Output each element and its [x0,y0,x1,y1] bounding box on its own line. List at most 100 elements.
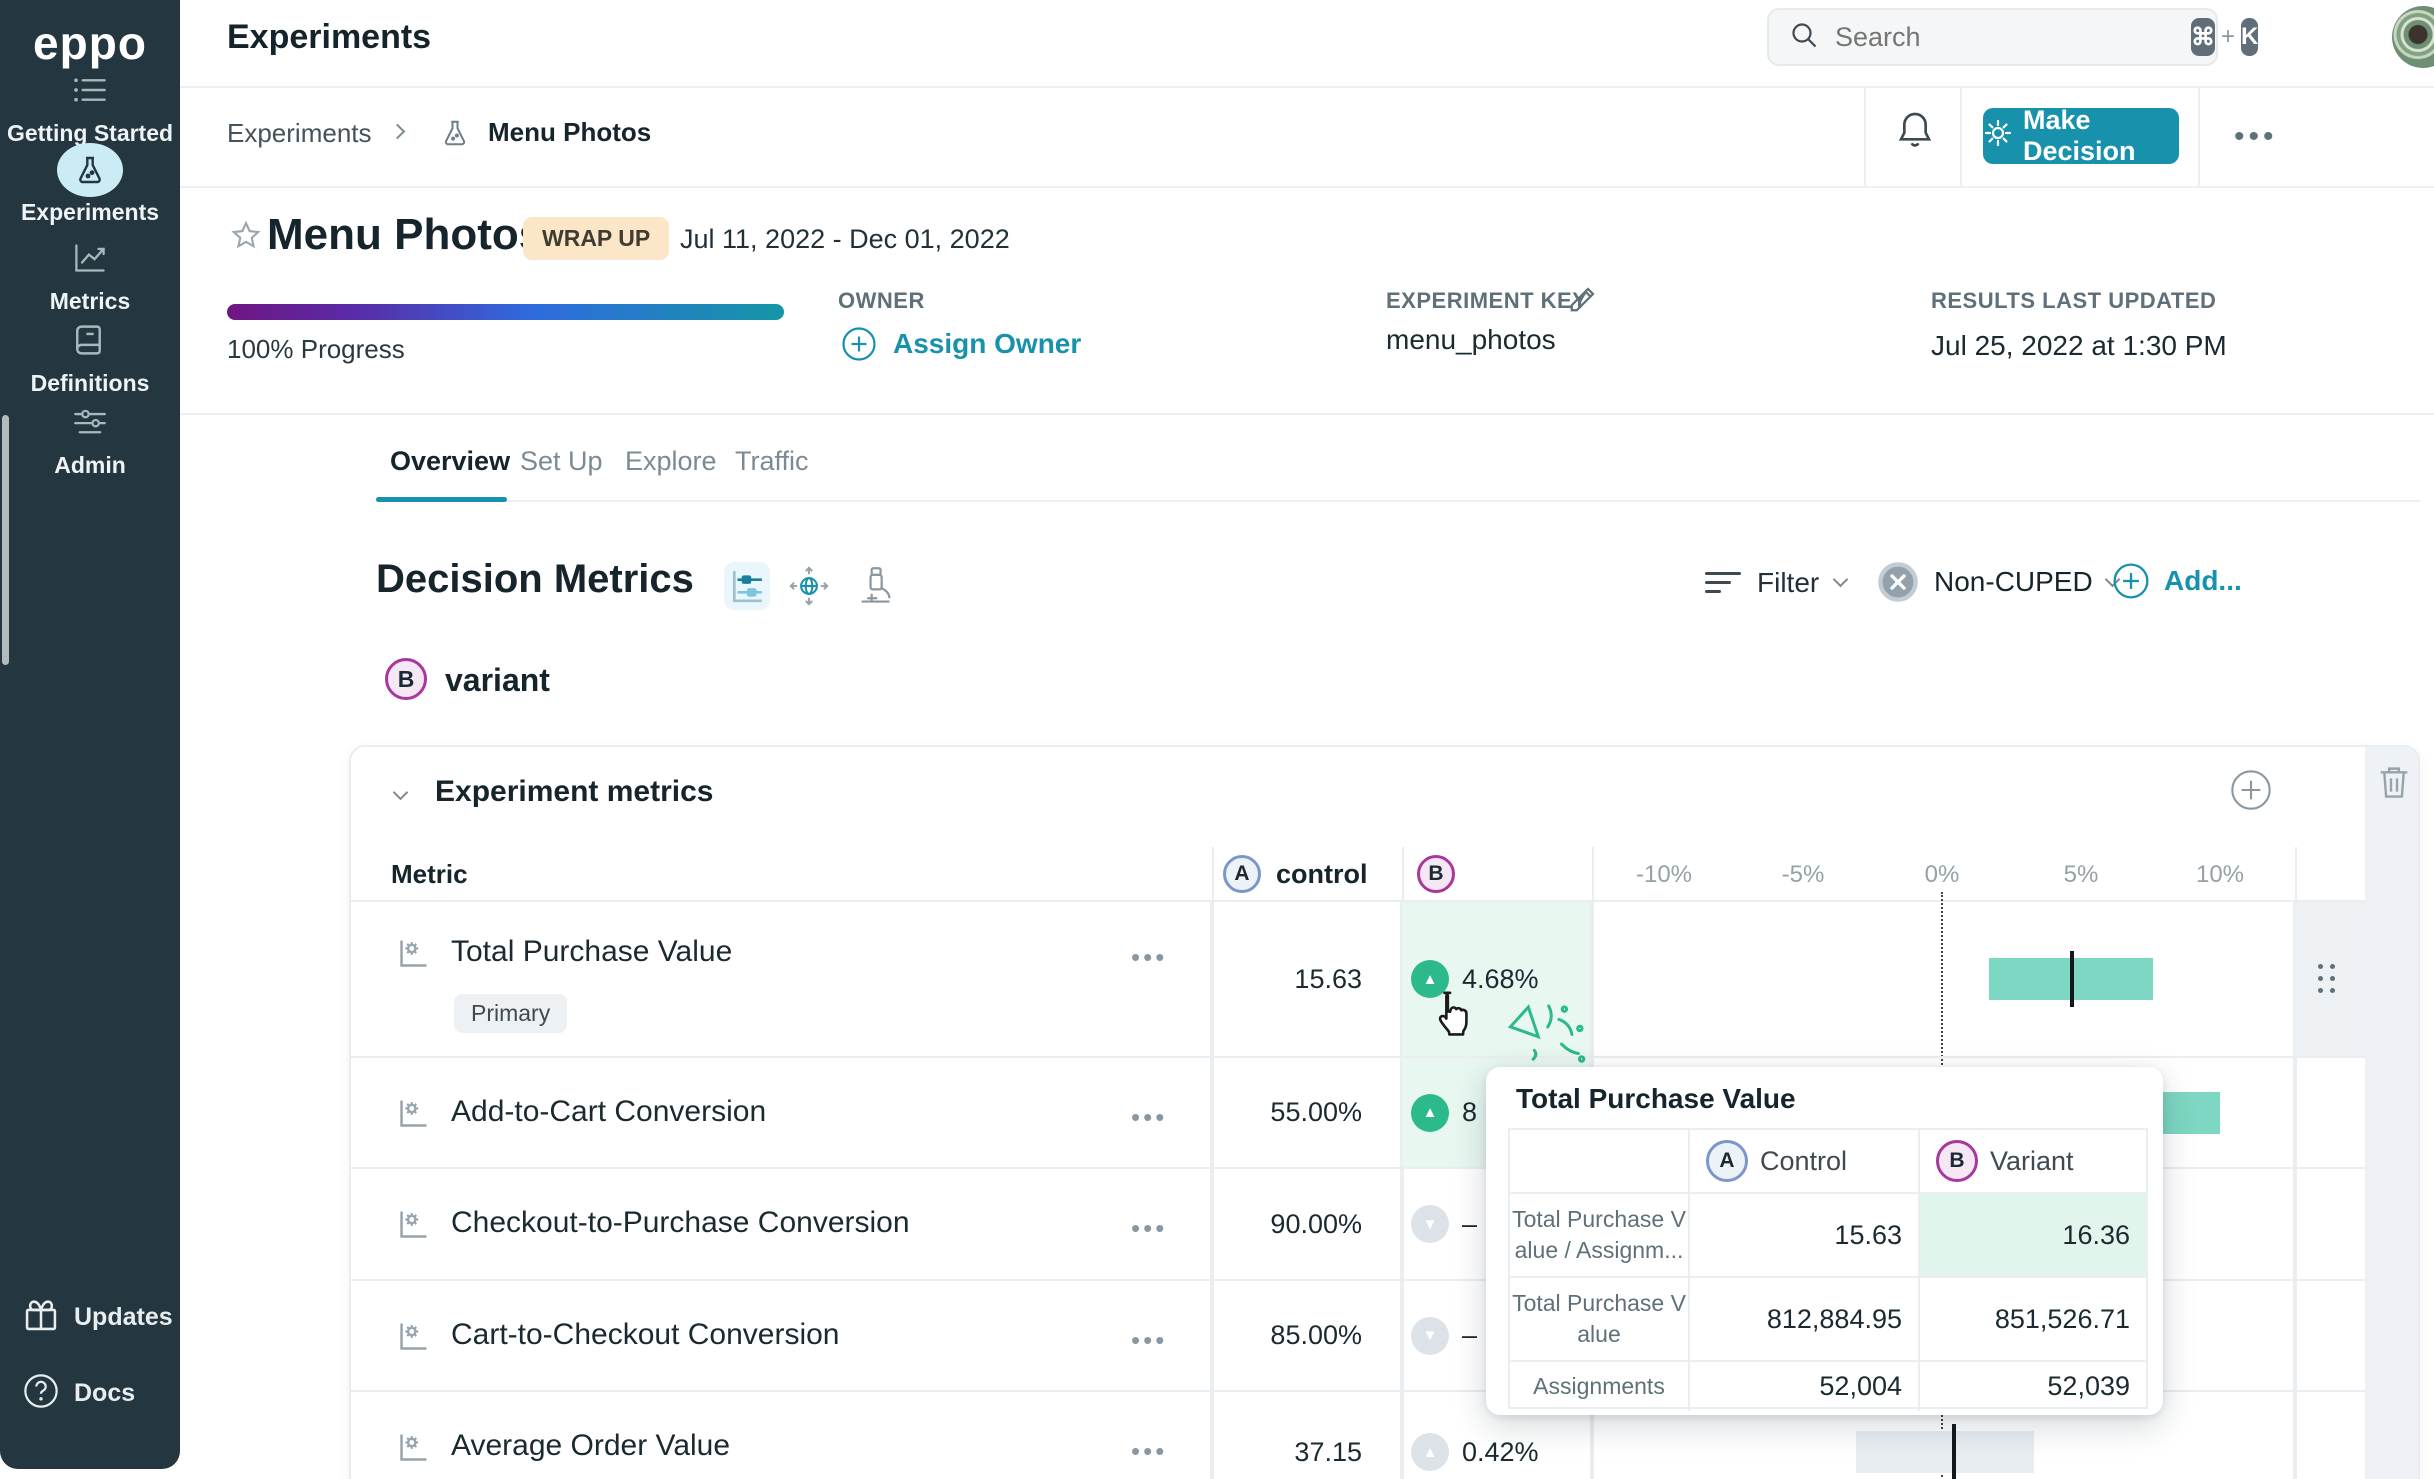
sidebar-item-label: Admin [0,452,180,479]
owner-label: OWNER [838,288,925,314]
tab-explore[interactable]: Explore [625,446,717,477]
divider [2198,87,2200,186]
tab-set-up[interactable]: Set Up [520,446,603,477]
trash-icon[interactable] [2377,763,2411,806]
favorite-star-icon[interactable] [230,220,262,257]
experiment-title: Menu Photos [267,210,543,260]
lift-marker [1952,1424,1956,1479]
assign-owner-label: Assign Owner [893,328,1081,360]
lift-direction-icon[interactable]: ▼ [1411,1317,1449,1355]
metric-gear-icon [397,1096,431,1135]
tab-overview[interactable]: Overview [390,446,510,477]
make-decision-button[interactable]: Make Decision [1983,108,2179,164]
sidebar-item-definitions[interactable]: Definitions [0,312,180,397]
breadcrumb-root[interactable]: Experiments [227,118,372,149]
axis-tick: 10% [2196,861,2244,889]
edit-pencil-icon[interactable] [1568,284,1598,319]
lift-direction-icon[interactable]: ▲ [1411,1094,1449,1132]
table-row[interactable]: Total Purchase Value ••• Primary 15.63 ▲… [351,902,2365,1058]
metric-column-header: Metric [391,859,468,890]
lift-direction-icon[interactable]: ▲ [1411,1433,1449,1471]
filter-label: Filter [1757,567,1819,599]
drag-handle-cell[interactable] [2295,902,2365,1056]
confidence-interval-chart [1592,902,2295,1056]
explore-view-button[interactable] [786,562,832,610]
metric-gear-icon [397,1207,431,1246]
sidebar-item-metrics[interactable]: Metrics [0,230,180,315]
progress-bar [227,304,784,320]
metric-name: Checkout-to-Purchase Conversion [451,1206,910,1240]
metric-name: Cart-to-Checkout Conversion [451,1318,840,1352]
sidebar-item-docs[interactable]: Docs [0,1372,180,1415]
breadcrumb-current: Menu Photos [488,117,651,148]
user-avatar[interactable] [2392,6,2434,68]
row-menu-button[interactable]: ••• [1131,1325,1167,1356]
variant-name: variant [445,662,550,699]
mouse-cursor [1428,988,1474,1045]
sidebar-item-admin[interactable]: Admin [0,394,180,479]
gift-icon [22,1296,60,1339]
add-row-button[interactable] [2230,769,2272,811]
control-a-badge: A [1223,855,1261,893]
row-menu-button[interactable]: ••• [1131,942,1167,973]
tab-traffic[interactable]: Traffic [735,446,809,477]
shortcut-plus: + [2221,23,2235,51]
tooltip-control-value: 15.63 [1690,1194,1920,1276]
sidebar-item-getting-started[interactable]: Getting Started [0,62,180,147]
tooltip-row-label: Total Purchase V alue / Assignm... [1510,1194,1690,1276]
drag-handle-icon[interactable] [2318,964,2323,969]
assign-owner-button[interactable]: Assign Owner [841,326,1081,362]
sidebar-scrollbar[interactable] [2,415,9,665]
overflow-menu-button[interactable]: ••• [2234,120,2278,154]
axis-tick: -5% [1782,861,1825,889]
tooltip-control-value: 812,884.95 [1690,1278,1920,1360]
search-input[interactable]: ⌘ + K [1767,8,2218,66]
cuped-mode-button[interactable]: Non-CUPED [1876,560,2118,604]
add-metric-button[interactable]: Add... [2112,562,2242,600]
tooltip-table: A Control B Variant Total Purchase V alu… [1508,1128,2148,1409]
ci-bar [1856,1431,2034,1473]
filter-icon [1705,566,1741,599]
tooltip-variant-value: 851,526.71 [1920,1278,2146,1360]
interval-view-button[interactable] [724,562,770,610]
metric-gear-icon [397,1319,431,1358]
variant-b-badge: B [385,658,427,700]
filter-button[interactable]: Filter [1705,566,1846,599]
metric-name: Average Order Value [451,1429,730,1463]
tooltip-control-header: Control [1760,1146,1847,1177]
active-tab-indicator [376,497,507,502]
tooltip-row-label: Assignments [1510,1362,1690,1411]
row-menu-button[interactable]: ••• [1131,1436,1167,1467]
collapse-chevron-icon[interactable] [393,785,409,801]
row-menu-button[interactable]: ••• [1131,1102,1167,1133]
search-field[interactable] [1833,21,2191,54]
sidebar-item-label: Definitions [0,370,180,397]
tabs-baseline [376,500,2420,502]
lift-value: 8 [1462,1097,1477,1128]
chevron-down-icon [1833,572,1849,588]
sidebar-item-experiments[interactable]: Experiments [0,143,180,226]
list-icon [0,62,180,118]
section-title: Decision Metrics [376,557,694,602]
metric-name: Total Purchase Value [451,935,732,969]
x-circle-icon [1876,560,1920,604]
lift-direction-icon[interactable]: ▼ [1411,1205,1449,1243]
flask-icon [440,118,470,153]
control-value: 15.63 [1294,964,1362,995]
sidebar-item-label: Experiments [0,199,180,226]
make-decision-label: Make Decision [2023,105,2179,167]
deep-dive-button[interactable] [852,562,898,610]
microscope-icon [856,566,894,606]
search-icon [1789,20,1819,55]
sidebar-item-updates[interactable]: Updates [0,1296,180,1339]
table-header: Metric A control B -10% -5% 0% 5% 10% [351,847,2365,902]
divider [180,413,2434,415]
gear-icon [1983,118,2013,155]
control-value: 37.15 [1294,1437,1362,1468]
lift-value: – [1462,1209,1477,1240]
row-menu-button[interactable]: ••• [1131,1213,1167,1244]
divider [180,86,2434,88]
control-column-header: control [1276,859,1368,890]
chevron-right-icon [392,124,403,142]
notifications-bell-icon[interactable] [1896,110,1934,155]
